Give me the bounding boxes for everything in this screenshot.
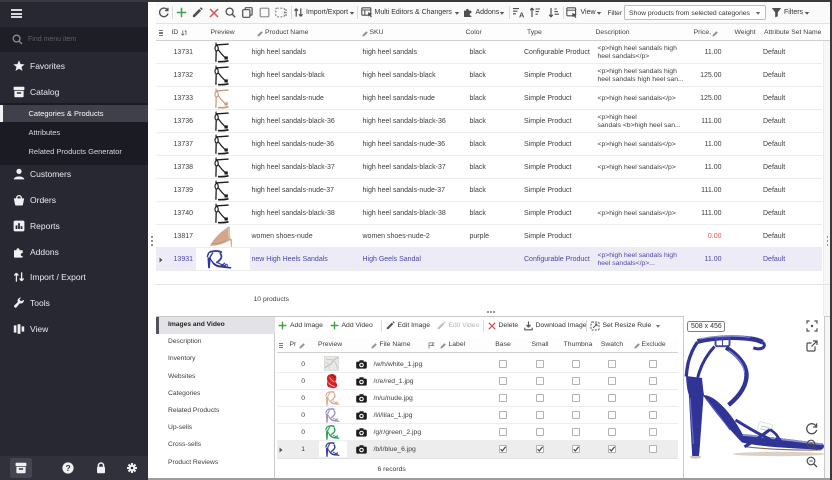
svg-text:A: A xyxy=(519,10,525,19)
svg-text:?: ? xyxy=(65,463,70,473)
